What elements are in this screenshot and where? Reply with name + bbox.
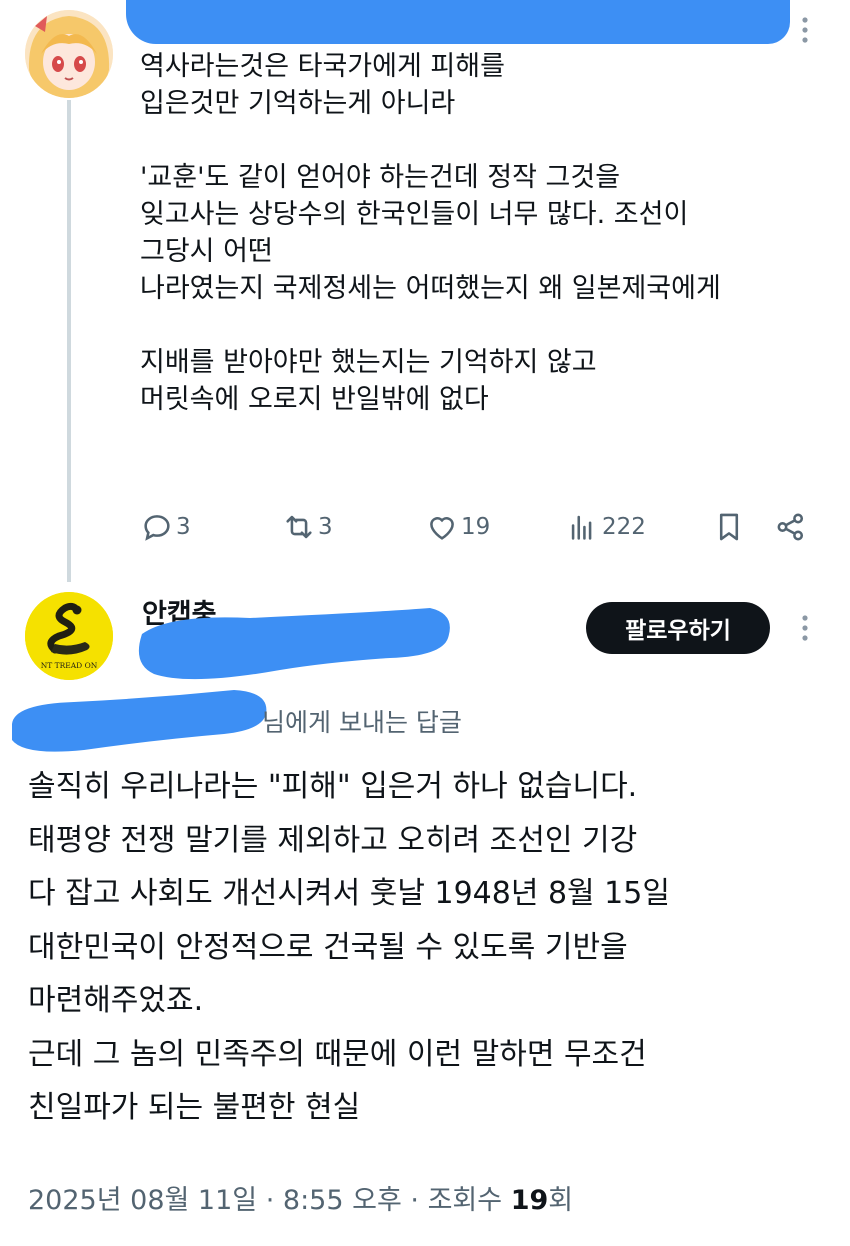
follow-button[interactable]: 팔로우하기 [586,602,770,654]
bookmark-icon [719,513,739,541]
view-count: 222 [602,514,646,540]
tweet-action-bar: 3 3 19 222 [140,505,820,549]
thread-connector-line [67,100,71,582]
tweet-meta: 2025년 08월 11일 · 8:55 오후 · 조회수 19회 [28,1185,574,1216]
views-label: 조회수 [427,1185,503,1216]
retweet-count: 3 [318,514,333,540]
views-count: 19 [510,1185,549,1216]
reply-tweet-text: 솔직히 우리나라는 "피해" 입은거 하나 없습니다. 태평양 전쟁 말기를 제… [28,769,670,1125]
reply-count: 3 [176,514,191,540]
tweet-text: 역사라는것은 타국가에게 피해를 입은것만 기억하는게 아니라 '교훈'도 같이… [140,51,721,415]
reply-icon [144,515,170,541]
reply-button[interactable]: 3 [140,505,191,549]
tweet-date[interactable]: 2025년 08월 11일 [28,1185,257,1216]
like-button[interactable]: 19 [425,505,490,549]
svg-text:NT TREAD ON: NT TREAD ON [41,661,98,670]
retweet-icon [286,515,312,539]
tweet-time[interactable]: 8:55 오후 [283,1185,402,1216]
redacted-username [126,0,790,44]
like-count: 19 [461,514,491,540]
share-button[interactable] [774,505,808,549]
gadsden-flag-avatar-icon: NT TREAD ON [25,592,113,680]
anime-girl-avatar-icon [25,10,113,98]
bookmark-button[interactable] [712,505,746,549]
redacted-handle [138,608,450,680]
avatar[interactable] [25,10,113,98]
avatar[interactable]: NT TREAD ON [25,592,113,680]
share-icon [777,513,804,541]
heart-icon [430,517,454,540]
analytics-icon [571,515,592,540]
retweet-button[interactable]: 3 [282,505,333,549]
more-options-icon[interactable] [800,16,810,46]
redacted-reply-target [12,690,267,752]
more-options-icon[interactable] [800,614,810,644]
views-button[interactable]: 222 [566,505,646,549]
views-suffix: 회 [548,1185,574,1216]
reply-to-label: 님에게 보내는 답글 [262,708,462,737]
